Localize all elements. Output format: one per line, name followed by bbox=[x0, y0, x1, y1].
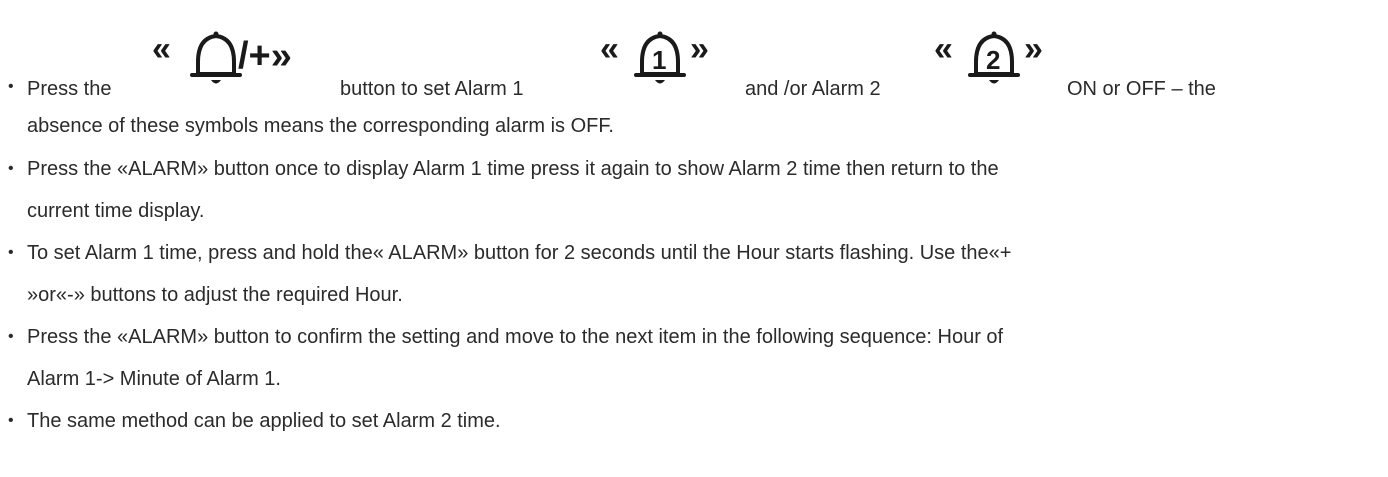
bullet: • bbox=[8, 78, 14, 95]
svg-text:«: « bbox=[934, 30, 953, 68]
bullet: • bbox=[8, 412, 14, 429]
item1-continuation: absence of these symbols means the corre… bbox=[27, 115, 614, 137]
bullet: • bbox=[8, 244, 14, 261]
list-item: • Press the «ALARM» button once to displ… bbox=[8, 148, 1378, 232]
alarm-2-bell-icon: « 2 » bbox=[934, 30, 1043, 84]
item-line: »or«-» buttons to adjust the required Ho… bbox=[27, 284, 403, 306]
svg-text:«: « bbox=[600, 30, 619, 68]
list-item: • Press the «ALARM» button to confirm th… bbox=[8, 316, 1378, 400]
list-item: • To set Alarm 1 time, press and hold th… bbox=[8, 232, 1378, 316]
item-line: The same method can be applied to set Al… bbox=[27, 410, 501, 432]
item1-suffix: ON or OFF – the bbox=[1067, 78, 1216, 100]
list-item: • The same method can be applied to set … bbox=[8, 400, 1378, 442]
item-line: To set Alarm 1 time, press and hold the«… bbox=[27, 242, 1012, 264]
svg-text:»: » bbox=[690, 30, 709, 68]
alarm-1-bell-icon: « 1 » bbox=[600, 30, 709, 84]
bell-icon: « /+» bbox=[152, 30, 292, 84]
item1-mid2: and /or Alarm 2 bbox=[745, 78, 881, 100]
item1-mid1: button to set Alarm 1 bbox=[340, 78, 524, 100]
alarm1-symbol: « 1 » bbox=[598, 0, 738, 90]
svg-text:/+»: /+» bbox=[238, 35, 292, 77]
item-line: Alarm 1-> Minute of Alarm 1. bbox=[27, 368, 281, 390]
item-line: Press the «ALARM» button to confirm the … bbox=[27, 326, 1004, 348]
bullet: • bbox=[8, 160, 14, 177]
svg-text:»: » bbox=[1024, 30, 1043, 68]
svg-text:«: « bbox=[152, 30, 171, 68]
svg-text:1: 1 bbox=[652, 45, 666, 75]
item-line: current time display. bbox=[27, 200, 205, 222]
item1-prefix: Press the bbox=[27, 78, 112, 100]
bell-plus-symbol: « /+» bbox=[150, 0, 330, 90]
item-line: Press the «ALARM» button once to display… bbox=[27, 158, 999, 180]
bullet: • bbox=[8, 328, 14, 345]
alarm2-symbol: « 2 » bbox=[932, 0, 1072, 90]
list-item: • Press the « /+» button to set Alarm 1 … bbox=[0, 0, 1370, 137]
svg-text:2: 2 bbox=[986, 45, 1000, 75]
